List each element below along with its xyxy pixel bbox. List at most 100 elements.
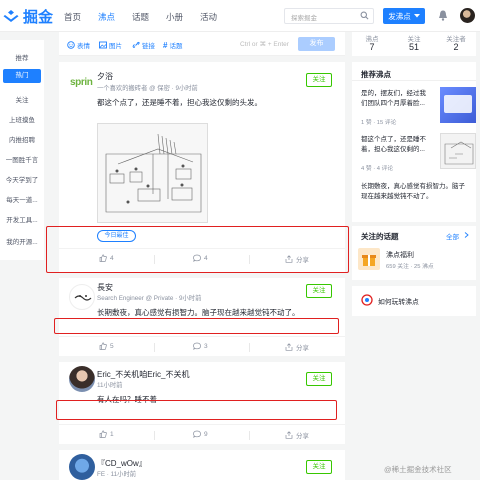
like-count: 5 (110, 342, 114, 350)
topic-icon[interactable] (358, 248, 380, 270)
author-name[interactable]: Eric_不关机咱Eric_不关机 (97, 369, 189, 380)
comment-button[interactable]: 9 (193, 430, 208, 438)
all-topics-link[interactable]: 全部 (446, 231, 459, 241)
emoji-tool[interactable]: 表情 (67, 40, 90, 50)
link-icon (132, 41, 140, 49)
like-button[interactable]: 1 (99, 430, 114, 438)
pin-card: 『CD_wOw』 FE · 11小时前 关注 (59, 450, 345, 480)
comment-count: 9 (204, 430, 208, 438)
like-count: 1 (110, 430, 114, 438)
bell-icon[interactable] (438, 10, 448, 21)
comment-icon (193, 342, 201, 350)
pin-image[interactable] (97, 123, 208, 223)
nav-pins[interactable]: 沸点 (98, 11, 115, 23)
search-icon[interactable] (360, 11, 369, 20)
author-name[interactable]: 夕浴 (97, 71, 113, 82)
author-avatar[interactable] (69, 454, 95, 480)
search-box[interactable]: 探索掘金 (284, 8, 374, 24)
sidebar-item-hot[interactable]: 热门 (3, 69, 41, 83)
stat-value-followers[interactable]: 2 (436, 42, 476, 52)
recommend-item-text[interactable]: 是的，摆友们，经过我们团队四个月厚着脸... (361, 89, 431, 108)
pin-action-row: 1 9 分享 (59, 424, 345, 444)
nav-topics[interactable]: 话题 (132, 11, 149, 23)
link-label: 链接 (142, 43, 155, 50)
sidebar-item-recommend[interactable]: 推荐 (0, 52, 44, 62)
nav-events[interactable]: 活动 (200, 11, 217, 23)
image-label: 图片 (109, 43, 122, 50)
share-button[interactable]: 分享 (285, 342, 309, 352)
recommend-thumbnail[interactable] (440, 87, 476, 123)
emoji-label: 表情 (77, 43, 90, 50)
sidebar-item-opensource[interactable]: 我的开源... (0, 236, 44, 246)
stat-value-pins[interactable]: 7 (352, 42, 392, 52)
pin-content: 都这个点了，还是睡不着，担心我这仅剩的头发。 (97, 98, 262, 107)
author-avatar[interactable]: sprin (69, 70, 95, 96)
chevron-right-icon[interactable] (464, 232, 469, 238)
sidebar-item-daily[interactable]: 每天一道... (0, 194, 44, 204)
spring-logo: sprin (70, 77, 93, 88)
user-avatar[interactable] (460, 8, 475, 23)
sidebar-item-devtools[interactable]: 开发工具... (0, 214, 44, 224)
pin-action-row: 5 3 分享 (59, 336, 345, 356)
sidebar-item-slacking[interactable]: 上班摸鱼 (0, 114, 44, 124)
search-input[interactable]: 探索掘金 (291, 12, 317, 22)
author-name[interactable]: 長安 (97, 282, 113, 293)
author-name[interactable]: 『CD_wOw』 (97, 458, 147, 469)
author-avatar[interactable] (69, 366, 95, 392)
share-icon (285, 343, 293, 351)
guide-link[interactable]: 如何玩转沸点 (378, 296, 419, 306)
office-sketch-illustration (98, 124, 207, 222)
highlight-box (56, 400, 337, 420)
topic-meta: 659 关注 · 25 沸点 (386, 264, 434, 270)
comment-button[interactable]: 3 (193, 342, 208, 350)
thumbs-up-icon (99, 430, 107, 438)
juejin-logo[interactable]: 掘金 (2, 6, 53, 27)
publish-button[interactable]: 发布 (298, 37, 335, 51)
share-button[interactable]: 分享 (285, 430, 309, 440)
follow-button[interactable]: 关注 (306, 73, 332, 87)
highlight-box (46, 226, 349, 273)
follow-button[interactable]: 关注 (306, 284, 332, 298)
topic-name[interactable]: 沸点福利 (386, 250, 414, 260)
pin-category-sidebar: 推荐 热门 关注 上班摸鱼 内推招聘 一图胜千言 今天学到了 每天一道... 开… (0, 40, 44, 260)
recommend-title: 推荐沸点 (361, 70, 391, 79)
follow-button[interactable]: 关注 (306, 460, 332, 474)
followed-topics-panel: 关注的话题 全部 沸点福利 659 关注 · 25 沸点 (352, 226, 476, 280)
sidebar-item-referral[interactable]: 内推招聘 (0, 134, 44, 144)
topic-tool[interactable]: # 话题 (163, 40, 182, 51)
nav-books[interactable]: 小册 (166, 11, 183, 23)
author-avatar[interactable] (69, 284, 95, 310)
comment-icon (193, 430, 201, 438)
user-stats-panel: 沸点 7 关注 51 关注者 2 (352, 32, 476, 56)
emoji-icon (67, 41, 75, 49)
like-button[interactable]: 5 (99, 342, 114, 350)
recommend-item-text[interactable]: 都这个点了，还是睡不着，担心我这仅剩的... (361, 135, 431, 154)
comment-count: 3 (204, 342, 208, 350)
sidebar-item-learned[interactable]: 今天学到了 (0, 174, 44, 184)
guide-icon (361, 294, 373, 306)
shortcut-hint: Ctrl or ⌘ + Enter (240, 41, 289, 48)
author-meta: 一个喜欢的搬砖者 @ 保密 · 9小时前 (97, 85, 198, 92)
logo-text: 掘金 (23, 9, 54, 26)
divider (154, 431, 155, 440)
divider (154, 343, 155, 352)
image-tool[interactable]: 图片 (99, 40, 122, 50)
follow-button[interactable]: 关注 (306, 372, 332, 386)
sidebar-item-picture[interactable]: 一图胜千言 (0, 154, 44, 164)
topics-title: 关注的话题 (361, 232, 399, 241)
thumbs-up-icon (99, 342, 107, 350)
nav-home[interactable]: 首页 (64, 11, 81, 23)
sketch-thumbnail (444, 141, 474, 165)
author-meta: FE · 11小时前 (97, 471, 137, 478)
publish-pin-button[interactable]: 发沸点 (383, 8, 425, 24)
share-icon (285, 431, 293, 439)
recommend-thumbnail[interactable] (440, 133, 476, 169)
thumbnail-graphic (444, 95, 472, 113)
recommend-item-text[interactable]: 长期敷夜，真心感觉有损智力。脑子现在越来越觉钝不动了。 (361, 182, 471, 201)
stat-value-following[interactable]: 51 (394, 42, 434, 52)
author-meta: Search Engineer @ Private · 9小时前 (97, 295, 202, 302)
publish-label: 发沸点 (388, 11, 411, 21)
recommend-item-meta: 4 赞 · 4 评论 (361, 166, 394, 172)
link-tool[interactable]: 链接 (132, 40, 155, 50)
sidebar-item-following[interactable]: 关注 (0, 94, 44, 104)
